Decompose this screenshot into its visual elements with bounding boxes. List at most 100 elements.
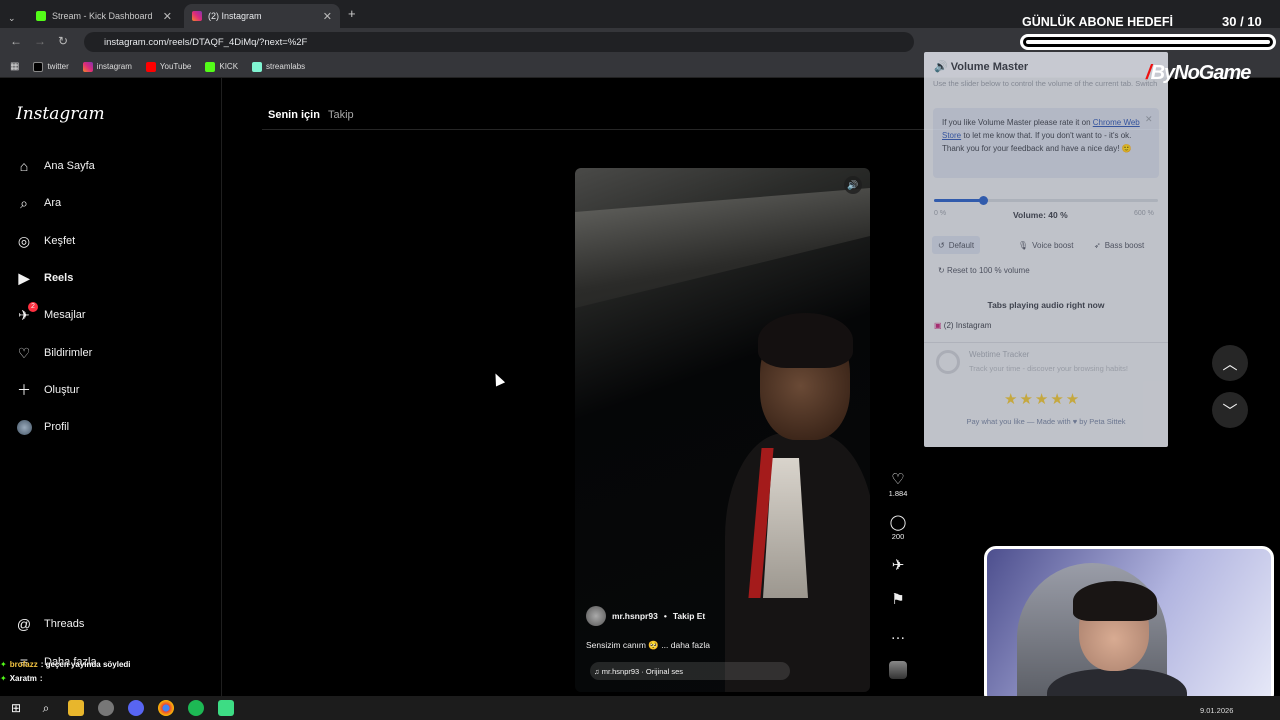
more-icon: … — [890, 626, 906, 643]
like-button[interactable]: ♡ 1.884 — [884, 471, 912, 498]
badge-icon: ✦ — [0, 659, 7, 669]
tab-search-button[interactable]: ⌄ — [0, 6, 26, 30]
tab-following[interactable]: Takip — [328, 109, 354, 121]
compass-icon: ◎ — [17, 232, 31, 249]
reels-icon: ▶ — [18, 269, 30, 286]
bookmark-streamlabs[interactable]: streamlabs — [252, 61, 305, 72]
comment-button[interactable]: ◯ 200 — [884, 514, 912, 541]
threads-icon: @ — [16, 616, 32, 632]
next-reel-button[interactable]: ﹀ — [1212, 392, 1248, 428]
chat-text: : geçen yayında söyledi — [40, 659, 131, 669]
url-text: instagram.com/reels/DTAQF_4DiMq/?next=%2… — [104, 36, 308, 48]
heart-icon: ♡ — [891, 471, 905, 488]
chat-message: ✦ brofazz: geçen yayında söyledi — [0, 657, 260, 671]
nav-notifications[interactable]: ♡ Bildirimler — [16, 344, 93, 361]
save-button[interactable]: ⚑ — [884, 591, 912, 609]
nav-search[interactable]: ⌕ Ara — [16, 195, 61, 211]
audio-thumbnail[interactable] — [889, 661, 907, 679]
nav-profile[interactable]: Profil — [16, 419, 69, 435]
android-icon[interactable] — [218, 700, 234, 716]
reel-audio[interactable]: ♫ mr.hsnpr93 · Orijinal ses — [590, 662, 790, 680]
nav-reels[interactable]: ▶ Reels — [16, 269, 74, 286]
nav-create[interactable]: ＋ Oluştur — [16, 382, 79, 398]
rate-box: If you like Volume Master please rate it… — [933, 108, 1159, 178]
more-button[interactable]: … — [884, 626, 912, 644]
chrome-icon[interactable] — [158, 700, 174, 716]
microphone-icon: 🎙 — [1018, 240, 1029, 250]
discord-icon[interactable] — [128, 700, 144, 716]
spotify-icon[interactable] — [188, 700, 204, 716]
reload-icon[interactable]: ↻ — [58, 34, 68, 48]
previous-reel-button[interactable]: ︿ — [1212, 345, 1248, 381]
reel-caption[interactable]: Sensizim canım 🥺 ... daha fazla — [586, 640, 710, 651]
close-icon[interactable]: ✕ — [163, 10, 172, 23]
badge-icon: ✦ — [0, 673, 7, 683]
close-icon[interactable]: ✕ — [323, 10, 332, 23]
reel-username[interactable]: mr.hsnpr93 — [612, 611, 658, 621]
nav-label: Ara — [44, 197, 62, 209]
goal-count: 30 / 10 — [1222, 14, 1262, 29]
apps-icon[interactable]: ▦ — [10, 61, 19, 72]
stream-chat: ✦ brofazz: geçen yayında söyledi ✦ Xaratm: — [0, 657, 260, 685]
taskbar-date[interactable]: 9.01.2026 — [1200, 706, 1233, 715]
bookmark-youtube[interactable]: YouTube — [145, 61, 191, 72]
reel-author: mr.hsnpr93 • Takip Et — [586, 606, 705, 626]
send-icon: ✈ — [891, 557, 905, 574]
nav-label: Mesajlar — [44, 309, 86, 321]
bookmark-instagram[interactable]: instagram — [82, 61, 132, 72]
follow-button[interactable]: Takip Et — [673, 611, 705, 621]
nav-messages[interactable]: ✈ 2 Mesajlar — [16, 302, 86, 323]
tab-for-you[interactable]: Senin için — [268, 109, 320, 121]
reset-volume-link[interactable]: ↻ Reset to 100 % volume — [938, 266, 1030, 275]
address-bar[interactable]: instagram.com/reels/DTAQF_4DiMq/?next=%2… — [84, 32, 914, 52]
comment-count: 200 — [891, 532, 905, 541]
instagram-logo[interactable]: Instagram — [16, 104, 105, 124]
app-icon[interactable] — [98, 700, 114, 716]
tabs-heading: Tabs playing audio right now — [987, 300, 1105, 310]
slider-fill — [934, 199, 984, 202]
volume-icon: 🔊 — [934, 61, 951, 73]
audio-tab-item[interactable]: ▣ (2) Instagram — [934, 321, 991, 330]
share-button[interactable]: ✈ — [884, 557, 912, 575]
audio-label: ♫ mr.hsnpr93 · Orijinal ses — [594, 666, 683, 676]
taskbar: ⊞ ⌕ — [0, 696, 1280, 720]
back-icon[interactable]: ← — [10, 34, 22, 48]
goal-progress-fill — [1026, 40, 1270, 44]
like-count: 1.884 — [888, 489, 908, 498]
tracker-title[interactable]: Webtime Tracker — [969, 350, 1029, 359]
tab-label: (2) Instagram — [208, 11, 262, 21]
search-icon: ⌕ — [20, 194, 28, 211]
button-label: Voice boost — [1032, 240, 1074, 250]
rating-stars[interactable]: ★★★★★ — [1004, 390, 1081, 408]
nav-threads[interactable]: @ Threads — [16, 616, 84, 632]
close-icon[interactable]: ✕ — [1145, 114, 1153, 125]
avatar[interactable] — [586, 606, 606, 626]
popup-footer[interactable]: Pay what you like — Made with ♥ by Peta … — [924, 417, 1168, 426]
tab-kick-dashboard[interactable]: Stream - Kick Dashboard ✕ — [28, 4, 180, 28]
forward-icon[interactable]: → — [34, 34, 46, 48]
brand-logo: /ByNoGame — [1146, 62, 1251, 85]
heart-icon: ♡ — [17, 344, 31, 361]
bass-boost-button[interactable]: ➶ Bass boost — [1088, 236, 1150, 254]
bookmark-kick[interactable]: KICK — [205, 61, 238, 72]
volume-slider[interactable] — [934, 196, 1158, 205]
avatar-icon — [16, 419, 32, 435]
file-explorer-icon[interactable] — [68, 700, 84, 716]
goal-progress-bar — [1020, 34, 1276, 50]
new-tab-button[interactable]: + — [348, 6, 356, 21]
slider-knob[interactable] — [979, 196, 989, 205]
rocket-icon: ➶ — [1094, 240, 1101, 250]
feed-tabs: Senin için Takip — [268, 109, 354, 121]
default-button[interactable]: ↺ Default — [932, 236, 981, 254]
nav-explore[interactable]: ◎ Keşfet — [16, 233, 75, 249]
tab-instagram[interactable]: (2) Instagram ✕ — [184, 4, 340, 28]
nav-home[interactable]: ⌂ Ana Sayfa — [16, 158, 95, 174]
chat-user: brofazz — [9, 659, 38, 669]
streamer-hair — [1073, 581, 1157, 621]
search-icon[interactable]: ⌕ — [38, 700, 54, 716]
windows-start-icon[interactable]: ⊞ — [8, 700, 24, 716]
sound-icon[interactable]: 🔊 — [844, 176, 862, 194]
voice-boost-button[interactable]: 🎙 Voice boost — [1012, 236, 1080, 254]
bookmark-twitter[interactable]: twitter — [33, 61, 69, 72]
reset-icon: ↺ — [938, 240, 945, 250]
